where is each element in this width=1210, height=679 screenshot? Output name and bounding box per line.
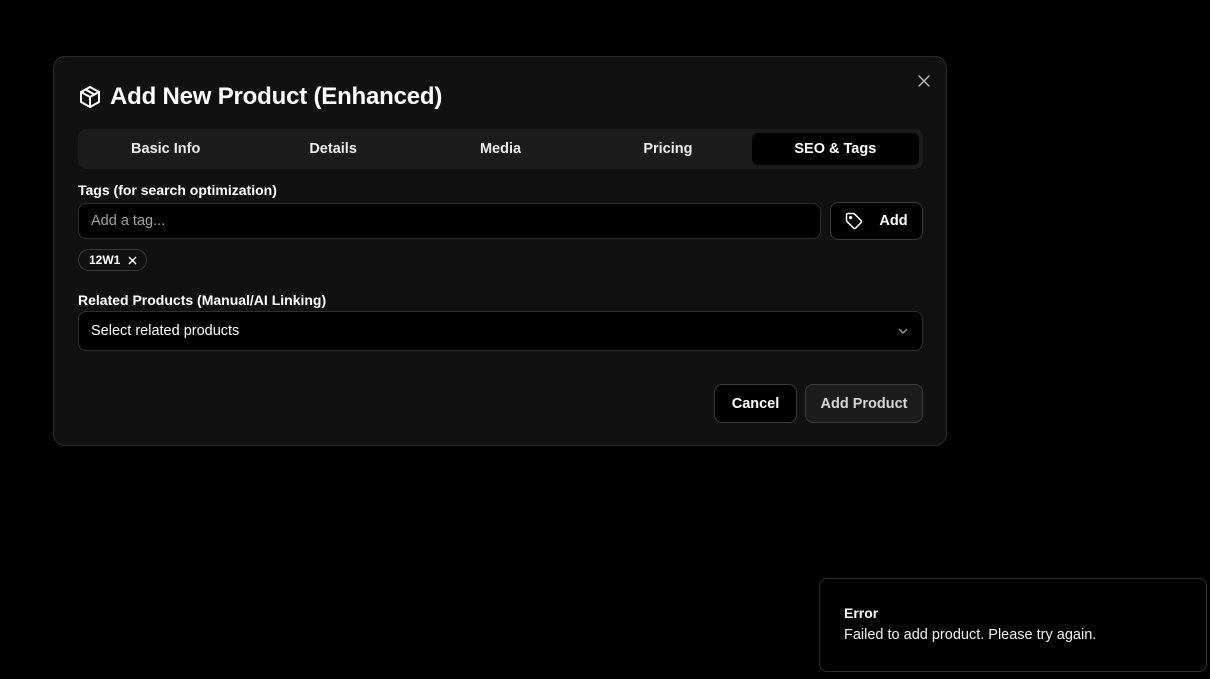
page-overlay: Add New Product (Enhanced) Basic Info De… bbox=[0, 0, 1210, 679]
cancel-button[interactable]: Cancel bbox=[714, 384, 797, 423]
tag-chip-label: 12W1 bbox=[89, 253, 121, 267]
close-button[interactable] bbox=[916, 73, 932, 89]
close-icon bbox=[128, 256, 137, 264]
chevron-down-icon bbox=[896, 324, 910, 338]
tags-label: Tags (for search optimization) bbox=[78, 182, 277, 198]
toast-title: Error bbox=[844, 605, 879, 621]
add-product-button[interactable]: Add Product bbox=[805, 384, 923, 423]
error-toast[interactable]: Error Failed to add product. Please try … bbox=[819, 578, 1207, 672]
add-product-dialog: Add New Product (Enhanced) Basic Info De… bbox=[53, 56, 947, 446]
dialog-title: Add New Product (Enhanced) bbox=[110, 83, 443, 110]
tab-basic-info[interactable]: Basic Info bbox=[82, 133, 249, 165]
tab-pricing[interactable]: Pricing bbox=[584, 133, 751, 165]
tag-chip: 12W1 bbox=[78, 249, 148, 271]
tag-input[interactable] bbox=[78, 203, 821, 239]
related-products-value: Select related products bbox=[91, 323, 240, 339]
remove-tag-button[interactable] bbox=[128, 255, 138, 265]
tab-seo-tags[interactable]: SEO & Tags bbox=[751, 133, 920, 165]
add-tag-button[interactable]: Add bbox=[830, 202, 923, 240]
related-products-label: Related Products (Manual/AI Linking) bbox=[78, 292, 327, 308]
dialog-header: Add New Product (Enhanced) bbox=[78, 82, 442, 112]
tab-media[interactable]: Media bbox=[417, 133, 584, 165]
close-icon bbox=[918, 75, 930, 87]
tab-details[interactable]: Details bbox=[249, 133, 416, 165]
related-products-select[interactable]: Select related products bbox=[78, 311, 923, 351]
package-icon bbox=[78, 85, 102, 109]
add-tag-label: Add bbox=[879, 213, 908, 229]
tab-list: Basic Info Details Media Pricing SEO & T… bbox=[78, 129, 923, 169]
tag-icon bbox=[845, 212, 863, 230]
toast-message: Failed to add product. Please try again. bbox=[844, 627, 1097, 643]
